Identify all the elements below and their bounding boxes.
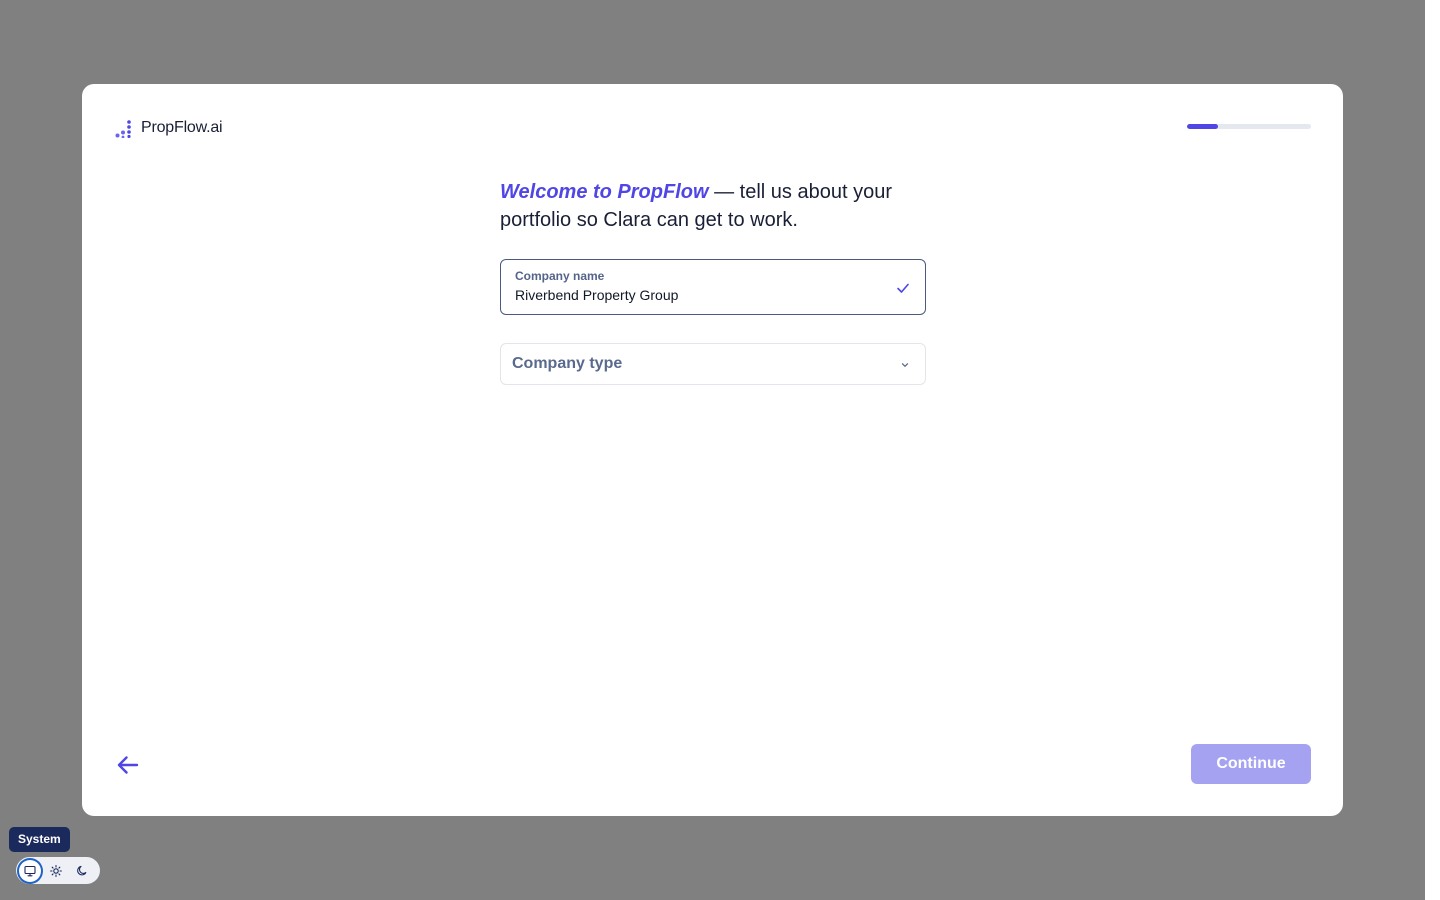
company-name-label: Company name (515, 269, 605, 283)
monitor-icon (24, 865, 36, 876)
theme-system-button[interactable] (19, 859, 41, 882)
company-type-select[interactable]: Company type (500, 343, 926, 385)
sun-icon (50, 864, 62, 877)
onboarding-progress-bar (1187, 124, 1311, 129)
continue-button[interactable]: Continue (1191, 744, 1311, 784)
moon-icon (77, 865, 87, 875)
theme-tooltip: System (9, 827, 70, 852)
scrollbar-track[interactable] (1425, 0, 1440, 900)
company-name-input[interactable] (515, 286, 875, 304)
arrow-left-icon (117, 756, 139, 774)
check-icon (897, 283, 909, 293)
theme-dark-button[interactable] (71, 860, 93, 882)
theme-switcher (16, 857, 100, 884)
progress-bar-fill (1187, 124, 1218, 129)
brand-name: PropFlow.ai (141, 119, 223, 136)
company-type-placeholder: Company type (512, 355, 623, 372)
onboarding-modal: PropFlow.ai Welcome to PropFlow — tell u… (82, 84, 1343, 816)
back-button[interactable] (115, 752, 141, 778)
theme-light-button[interactable] (45, 860, 67, 882)
brand-logo-icon (115, 120, 131, 138)
brand-logo: PropFlow.ai (115, 117, 223, 139)
page-title: Welcome to PropFlow — tell us about your… (500, 178, 930, 234)
title-accent: Welcome to PropFlow (500, 181, 709, 203)
company-name-field[interactable]: Company name (500, 259, 926, 315)
chevron-down-icon (901, 363, 909, 367)
